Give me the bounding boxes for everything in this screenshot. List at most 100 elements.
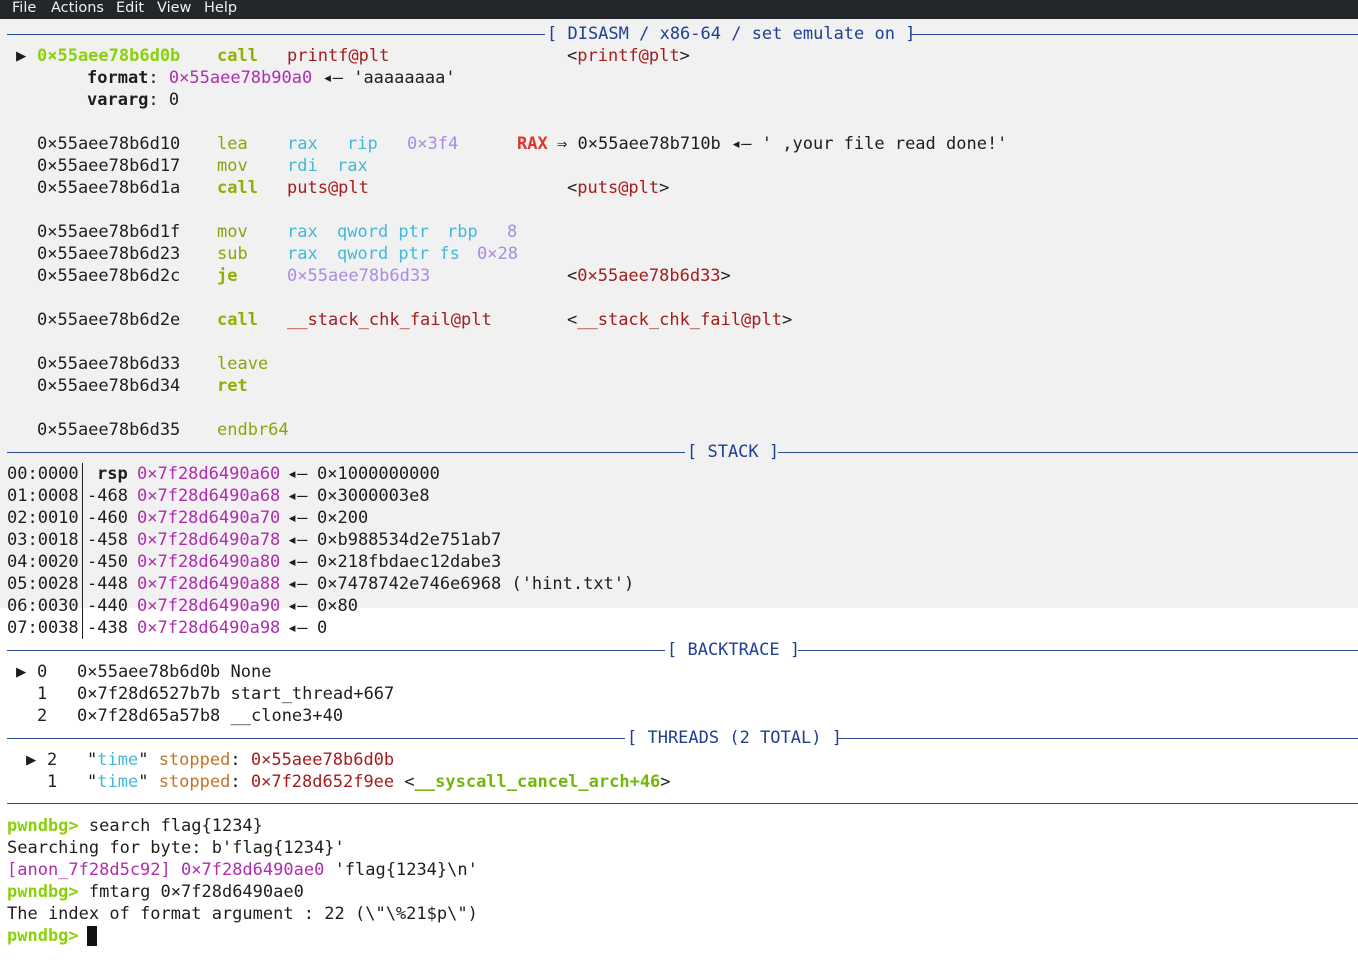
operand-register: rax (337, 156, 368, 176)
instruction-mnemonic: call (217, 310, 258, 330)
jump-target: 0×55aee78b6d33 (287, 266, 431, 286)
instruction-mnemonic: mov (217, 156, 248, 176)
stack-value: 0×80 (317, 596, 358, 616)
thread-number: 2 (47, 750, 58, 770)
console-line: pwndbg> search flag{1234} (7, 816, 263, 836)
stack-separator (82, 617, 83, 639)
header-rule (7, 650, 665, 651)
instruction-address: 0×55aee78b6d10 (37, 134, 181, 154)
menu-help[interactable]: Help (204, 0, 237, 17)
console-output: The index of format argument : 22 (\"\%2… (7, 904, 478, 924)
stack-arrow: ◂— (287, 618, 308, 638)
current-frame-marker: ▶ (16, 662, 27, 682)
operand-size: qword ptr fs (337, 244, 460, 264)
console-output: [anon_7f28d5c92] 0×7f28d6490ae0 'flag{12… (7, 860, 478, 880)
thread-number: 1 (47, 772, 58, 792)
stack-offset: -440 (87, 596, 128, 616)
stack-address: 0×7f28d6490a80 (137, 552, 281, 572)
frame-number: 1 (37, 684, 48, 704)
stack-index: 00:0000 (7, 464, 79, 484)
stack-separator (82, 463, 83, 485)
stack-value: 0×200 (317, 508, 369, 528)
call-target: <printf@plt> (567, 46, 690, 66)
terminal[interactable]: [ DISASM / x86-64 / set emulate on ] ▶ 0… (0, 19, 1358, 968)
stack-arrow: ◂— (287, 552, 308, 572)
header-rule (7, 738, 625, 739)
backtrace-header: [ BACKTRACE ] (667, 640, 801, 660)
thread-info: "time" stopped: 0×7f28d652f9ee <__syscal… (87, 772, 671, 792)
call-target: <__stack_chk_fail@plt> (567, 310, 793, 330)
console-line: pwndbg> fmtarg 0×7f28d6490ae0 (7, 882, 304, 902)
operand-register: rdi (287, 156, 318, 176)
menu-edit[interactable]: Edit (116, 0, 144, 17)
frame-location: 0×7f28d6527b7b start_thread+667 (77, 684, 395, 704)
frame-location: 0×7f28d65a57b8 __clone3+40 (77, 706, 344, 726)
stack-separator (82, 551, 83, 573)
current-thread-marker: ▶ (26, 750, 37, 770)
stack-separator (82, 595, 83, 617)
operand-immediate: 0×28 (477, 244, 518, 264)
stack-index: 03:0018 (7, 530, 79, 550)
menu-file[interactable]: File (12, 0, 36, 17)
instruction-address: 0×55aee78b6d2e (37, 310, 181, 330)
stack-offset: -460 (87, 508, 128, 528)
text-cursor (87, 926, 97, 946)
instruction-address: 0×55aee78b6d23 (37, 244, 181, 264)
instruction-mnemonic: mov (217, 222, 248, 242)
instruction-mnemonic: lea (217, 134, 248, 154)
stack-index: 05:0028 (7, 574, 79, 594)
stack-separator (82, 507, 83, 529)
console-output: Searching for byte: b'flag{1234}' (7, 838, 345, 858)
menu-actions[interactable]: Actions (51, 0, 104, 17)
threads-header: [ THREADS (2 TOTAL) ] (627, 728, 842, 748)
stack-arrow: ◂— (287, 508, 308, 528)
call-target: <0×55aee78b6d33> (567, 266, 731, 286)
instruction-mnemonic: je (217, 266, 238, 286)
frame-number: 0 (37, 662, 48, 682)
instruction-mnemonic: call (217, 46, 258, 66)
operand-register: rax (287, 244, 318, 264)
stack-offset: -450 (87, 552, 128, 572)
stack-arrow: ◂— (287, 486, 308, 506)
menu-bar: File Actions Edit View Help (0, 0, 1358, 19)
frame-number: 2 (37, 706, 48, 726)
stack-address: 0×7f28d6490a90 (137, 596, 281, 616)
instruction-address: 0×55aee78b6d35 (37, 420, 181, 440)
current-line-marker: ▶ (16, 46, 27, 66)
console-input-line[interactable]: pwndbg> (7, 925, 89, 947)
stack-arrow: ◂— (287, 596, 308, 616)
call-arg-format: format: 0×55aee78b90a0 ◂— 'aaaaaaaa' (87, 68, 456, 88)
thread-info: "time" stopped: 0×55aee78b6d0b (87, 750, 395, 770)
stack-offset: -448 (87, 574, 128, 594)
stack-address: 0×7f28d6490a78 (137, 530, 281, 550)
instruction-mnemonic: call (217, 178, 258, 198)
stack-address: 0×7f28d6490a98 (137, 618, 281, 638)
instruction-address: 0×55aee78b6d1a (37, 178, 181, 198)
disasm-header: [ DISASM / x86-64 / set emulate on ] (547, 24, 916, 44)
header-rule (838, 738, 1358, 739)
stack-offset: -468 (87, 486, 128, 506)
stack-index: 04:0020 (7, 552, 79, 572)
stack-index: 07:0038 (7, 618, 79, 638)
stack-arrow: ◂— (287, 464, 308, 484)
stack-index: 06:0030 (7, 596, 79, 616)
header-rule (7, 34, 545, 35)
menu-view[interactable]: View (157, 0, 191, 17)
stack-offset: -438 (87, 618, 128, 638)
instruction-mnemonic: leave (217, 354, 269, 374)
emulated-value: ⇒ 0×55aee78b710b ◂— ' ,your file read do… (557, 134, 1008, 154)
operand-size: qword ptr (337, 222, 430, 242)
stack-address: 0×7f28d6490a88 (137, 574, 281, 594)
instruction-operand: printf@plt (287, 46, 390, 66)
emulated-register: RAX (517, 134, 548, 154)
stack-value: 0×218fbdaec12dabe3 (317, 552, 502, 572)
stack-value: 0 (317, 618, 328, 638)
instruction-mnemonic: endbr64 (217, 420, 289, 440)
section-separator (7, 803, 1358, 804)
call-target: <puts@plt> (567, 178, 670, 198)
instruction-mnemonic: ret (217, 376, 248, 396)
stack-address: 0×7f28d6490a68 (137, 486, 281, 506)
stack-separator (82, 485, 83, 507)
instruction-address: 0×55aee78b6d34 (37, 376, 181, 396)
frame-location: 0×55aee78b6d0b None (77, 662, 272, 682)
